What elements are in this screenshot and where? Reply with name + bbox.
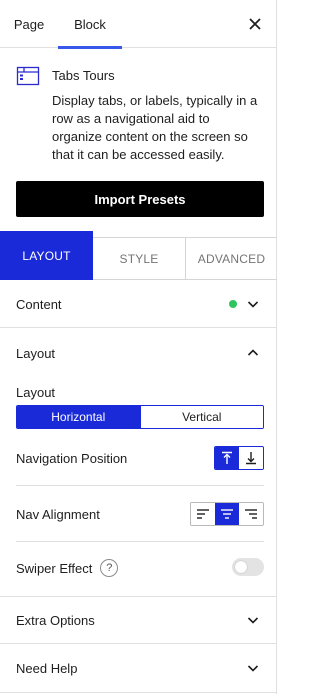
divider	[0, 692, 277, 693]
layout-field-label: Layout	[16, 385, 56, 400]
panel-content-title: Content	[16, 296, 62, 312]
layout-horizontal-button[interactable]: Horizontal	[17, 406, 140, 428]
panel-need-help-header[interactable]: Need Help	[0, 644, 277, 692]
import-presets-button[interactable]: Import Presets	[16, 181, 264, 217]
nav-align-center-button[interactable]	[215, 503, 239, 525]
panel-extra-options-title: Extra Options	[16, 612, 95, 628]
align-right-icon	[245, 509, 257, 519]
nav-alignment-group	[190, 502, 264, 526]
navigation-position-group	[214, 446, 264, 470]
align-bottom-icon	[246, 452, 256, 465]
nav-align-left-button[interactable]	[191, 503, 215, 525]
align-left-icon	[197, 509, 209, 519]
tab-advanced[interactable]: ADVANCED	[186, 237, 277, 279]
tab-block[interactable]: Block	[58, 0, 122, 49]
navigation-position-label: Navigation Position	[16, 450, 128, 466]
align-top-icon	[222, 451, 232, 464]
inspector-tabs: LAYOUT STYLE ADVANCED	[0, 231, 277, 280]
tab-page[interactable]: Page	[0, 0, 58, 48]
panel-layout-title: Layout	[16, 345, 56, 361]
close-button[interactable]	[241, 10, 269, 38]
nav-position-bottom-button[interactable]	[239, 447, 263, 469]
help-icon[interactable]: ?	[100, 559, 119, 577]
nav-alignment-label: Nav Alignment	[16, 506, 100, 522]
chevron-down-icon	[247, 617, 259, 624]
toggle-knob	[235, 561, 247, 573]
status-dot	[229, 300, 237, 308]
block-description: Display tabs, or labels, typically in a …	[52, 93, 258, 162]
layout-toggle-group: Horizontal Vertical	[16, 405, 264, 429]
tab-layout[interactable]: LAYOUT	[0, 231, 93, 280]
swiper-effect-row: Swiper Effect ?	[16, 556, 264, 580]
nav-alignment-row: Nav Alignment	[16, 502, 264, 526]
block-title: Tabs Tours	[52, 68, 115, 83]
block-inspector-sidebar: Page Block Tabs Tours Display tabs, or l…	[0, 0, 277, 694]
panel-need-help-title: Need Help	[16, 660, 78, 676]
divider	[16, 485, 264, 486]
panel-extra-options-header[interactable]: Extra Options	[0, 597, 277, 643]
align-center-icon	[221, 509, 233, 519]
nav-position-top-button[interactable]	[215, 447, 239, 469]
tabs-block-icon	[16, 66, 40, 86]
panel-layout-header[interactable]: Layout	[0, 328, 277, 378]
panel-content-header[interactable]: Content	[0, 281, 277, 327]
nav-align-right-button[interactable]	[239, 503, 263, 525]
chevron-up-icon	[247, 349, 259, 356]
chevron-down-icon	[247, 665, 259, 672]
sidebar-header-tabs: Page Block	[0, 0, 277, 49]
tab-style[interactable]: STYLE	[93, 237, 186, 279]
navigation-position-row: Navigation Position	[16, 446, 264, 470]
layout-vertical-button[interactable]: Vertical	[139, 406, 263, 428]
divider	[16, 541, 264, 542]
chevron-down-icon	[247, 301, 259, 308]
close-icon	[249, 18, 261, 30]
swiper-effect-label: Swiper Effect	[16, 560, 93, 576]
swiper-effect-toggle[interactable]	[232, 558, 264, 576]
